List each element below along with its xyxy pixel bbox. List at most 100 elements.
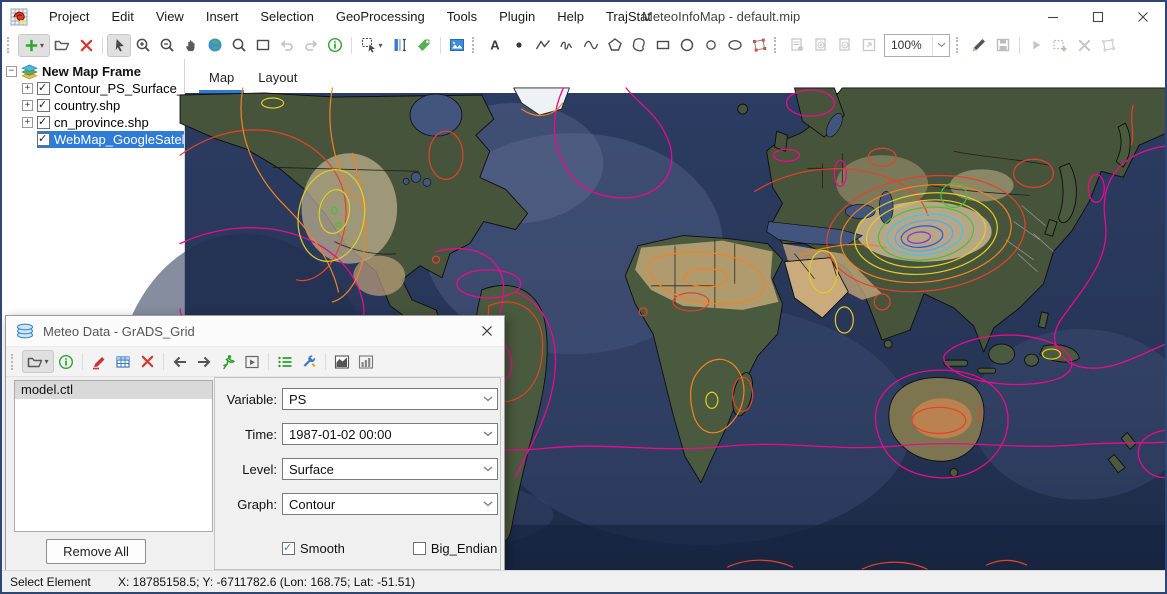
menu-edit[interactable]: Edit xyxy=(100,2,144,31)
polygon-draw-icon[interactable] xyxy=(603,34,627,57)
toolbar-grip[interactable] xyxy=(774,37,782,53)
freehand-draw-icon[interactable] xyxy=(555,34,579,57)
layer-checkbox[interactable] xyxy=(37,133,50,146)
dialog-close-icon[interactable] xyxy=(470,316,504,346)
label-icon[interactable] xyxy=(412,34,436,57)
layer-expander[interactable]: + xyxy=(22,117,33,128)
data-table-icon[interactable] xyxy=(111,350,135,373)
close-button[interactable] xyxy=(1120,2,1165,31)
map-frame-label[interactable]: New Map Frame xyxy=(42,64,141,79)
menu-geoprocessing[interactable]: GeoProcessing xyxy=(325,2,436,31)
root-expander[interactable]: − xyxy=(6,66,17,77)
tab-map[interactable]: Map xyxy=(197,70,246,93)
menu-selection[interactable]: Selection xyxy=(249,2,324,31)
select-by-rectangle-icon[interactable]: ▾ xyxy=(356,34,388,57)
ellipse-draw-icon[interactable] xyxy=(723,34,747,57)
point-draw-icon[interactable] xyxy=(507,34,531,57)
toolbar-grip[interactable] xyxy=(956,37,964,53)
graph-combobox[interactable]: Contour xyxy=(282,493,498,515)
big-endian-checkbox[interactable] xyxy=(413,542,426,555)
time-combobox[interactable]: 1987-01-02 00:00 xyxy=(282,423,498,445)
next-time-icon[interactable] xyxy=(192,350,216,373)
variable-combobox[interactable]: PS xyxy=(282,388,498,410)
polyline-draw-icon[interactable] xyxy=(531,34,555,57)
data-file-list[interactable]: model.ctl xyxy=(14,380,213,532)
chevron-down-icon[interactable] xyxy=(932,35,949,56)
save-icon[interactable] xyxy=(991,34,1015,57)
animate-icon[interactable] xyxy=(216,350,240,373)
layer-label[interactable]: Contour_PS_Surface_19 xyxy=(54,81,185,96)
toolbar-grip[interactable] xyxy=(7,37,15,53)
chevron-down-icon[interactable] xyxy=(479,494,497,514)
open-file-icon[interactable] xyxy=(50,34,74,57)
zoom-level-combobox[interactable]: 100% xyxy=(884,34,950,57)
smooth-checkbox[interactable] xyxy=(282,542,295,555)
menu-plugin[interactable]: Plugin xyxy=(488,2,546,31)
zoom-to-layer-icon[interactable] xyxy=(227,34,251,57)
page-setup-icon[interactable] xyxy=(785,34,809,57)
data-file-item[interactable]: model.ctl xyxy=(15,381,212,399)
settings-tools-icon[interactable] xyxy=(297,350,321,373)
fit-to-screen-icon[interactable] xyxy=(857,34,881,57)
full-extent-icon[interactable] xyxy=(203,34,227,57)
vertex-polygon-icon[interactable] xyxy=(747,34,771,57)
add-layer-button[interactable]: ▾ xyxy=(18,34,50,57)
chevron-down-icon[interactable] xyxy=(479,459,497,479)
draw-data-icon[interactable] xyxy=(87,350,111,373)
toolbar-grip[interactable] xyxy=(11,354,19,370)
screenshot-icon[interactable] xyxy=(445,34,469,57)
remove-all-button[interactable]: Remove All xyxy=(46,539,146,564)
chart-area-icon[interactable] xyxy=(330,350,354,373)
chevron-down-icon[interactable] xyxy=(479,424,497,444)
layer-label[interactable]: country.shp xyxy=(54,98,120,113)
dialog-titlebar[interactable]: Meteo Data - GrADS_Grid xyxy=(6,316,504,347)
layer-checkbox[interactable] xyxy=(37,116,50,129)
text-draw-icon[interactable]: A xyxy=(483,34,507,57)
page-zoom-in-icon[interactable] xyxy=(809,34,833,57)
add-shape-icon[interactable] xyxy=(1048,34,1072,57)
menu-help[interactable]: Help xyxy=(546,2,595,31)
edit-vertices-icon[interactable] xyxy=(1096,34,1120,57)
select-tool-icon[interactable] xyxy=(107,34,131,57)
measurement-icon[interactable] xyxy=(388,34,412,57)
data-list-icon[interactable] xyxy=(273,350,297,373)
previous-time-icon[interactable] xyxy=(168,350,192,373)
pan-icon[interactable] xyxy=(179,34,203,57)
redo-icon[interactable] xyxy=(299,34,323,57)
layer-label[interactable]: cn_province.shp xyxy=(54,115,149,130)
small-circle-draw-icon[interactable] xyxy=(699,34,723,57)
minimize-button[interactable] xyxy=(1030,2,1075,31)
identify-icon[interactable] xyxy=(323,34,347,57)
free-polygon-draw-icon[interactable] xyxy=(627,34,651,57)
layer-label[interactable]: WebMap_GoogleSatell xyxy=(54,132,185,147)
page-zoom-out-icon[interactable] xyxy=(833,34,857,57)
chart-bar-icon[interactable] xyxy=(354,350,378,373)
zoom-in-icon[interactable] xyxy=(131,34,155,57)
layer-expander[interactable]: + xyxy=(22,100,33,111)
curve-draw-icon[interactable] xyxy=(579,34,603,57)
tab-layout[interactable]: Layout xyxy=(246,70,309,93)
data-info-icon[interactable] xyxy=(54,350,78,373)
circle-draw-icon[interactable] xyxy=(675,34,699,57)
maximize-button[interactable] xyxy=(1075,2,1120,31)
menu-tools[interactable]: Tools xyxy=(436,2,488,31)
remove-data-icon[interactable] xyxy=(135,350,159,373)
undo-icon[interactable] xyxy=(275,34,299,57)
menu-project[interactable]: Project xyxy=(38,2,100,31)
zoom-to-extent-icon[interactable] xyxy=(251,34,275,57)
layer-expander[interactable]: + xyxy=(22,83,33,94)
menu-insert[interactable]: Insert xyxy=(195,2,250,31)
remove-layer-icon[interactable] xyxy=(74,34,98,57)
menu-view[interactable]: View xyxy=(145,2,195,31)
layer-checkbox[interactable] xyxy=(37,99,50,112)
level-combobox[interactable]: Surface xyxy=(282,458,498,480)
start-edit-icon[interactable] xyxy=(1024,34,1048,57)
play-animation-icon[interactable] xyxy=(240,350,264,373)
rectangle-draw-icon[interactable] xyxy=(651,34,675,57)
chevron-down-icon[interactable] xyxy=(479,389,497,409)
toolbar-grip[interactable] xyxy=(472,37,480,53)
open-data-button[interactable]: ▾ xyxy=(22,350,54,373)
layer-checkbox[interactable] xyxy=(37,82,50,95)
delete-shape-icon[interactable] xyxy=(1072,34,1096,57)
zoom-out-icon[interactable] xyxy=(155,34,179,57)
